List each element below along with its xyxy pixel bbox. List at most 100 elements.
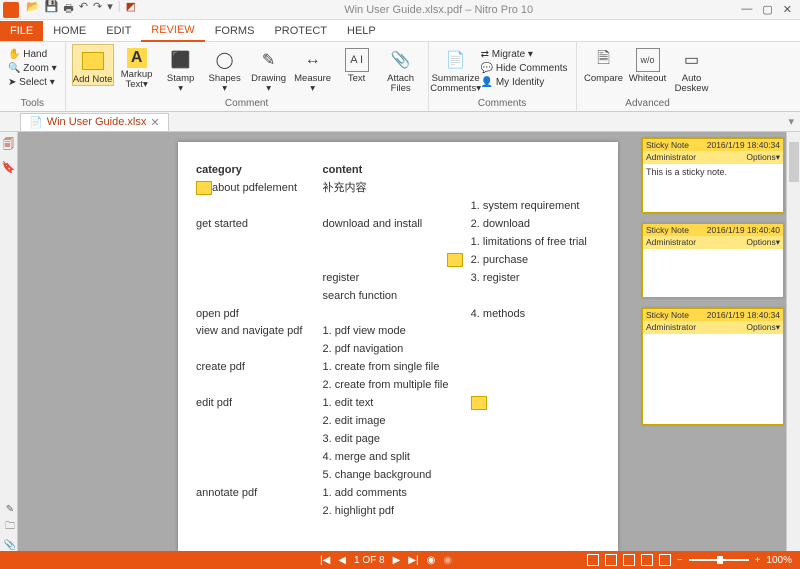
ribbon-tabs: FILE HOME EDIT REVIEW FORMS PROTECT HELP <box>0 20 800 42</box>
zoom-slider-thumb[interactable] <box>717 556 723 564</box>
view-fullscreen-icon[interactable] <box>659 554 671 566</box>
first-page-icon[interactable]: |◀ <box>320 555 330 566</box>
close-icon[interactable]: ✕ <box>783 3 792 16</box>
sticky-date: 2016/1/19 18:40:34 <box>707 140 780 150</box>
pages-panel-icon[interactable]: 🗐 <box>3 136 14 155</box>
measure-button[interactable]: ↔Measure▾ <box>292 44 334 95</box>
prev-page-icon[interactable]: ◀ <box>338 555 346 566</box>
layers-icon[interactable]: 🗀 <box>5 519 15 536</box>
group-label-advanced: Advanced <box>583 98 713 111</box>
view-single-icon[interactable] <box>587 554 599 566</box>
drawing-button[interactable]: ✎Drawing▾ <box>248 44 290 95</box>
qat-extra-icon[interactable]: ◩ <box>126 0 136 19</box>
stamp-button[interactable]: ⬛Stamp▾ <box>160 44 202 95</box>
undo-icon[interactable]: ↶ <box>79 0 88 19</box>
group-label-tools: Tools <box>6 98 59 111</box>
zoom-out-icon[interactable]: − <box>677 555 683 566</box>
sticky-note-icon[interactable] <box>196 181 212 195</box>
last-page-icon[interactable]: ▶| <box>408 555 418 566</box>
pdf-page: category content about pdfelement 补充内容 1… <box>178 142 618 551</box>
close-tab-icon[interactable]: ✕ <box>150 116 159 129</box>
tab-protect[interactable]: PROTECT <box>264 21 337 41</box>
add-note-button[interactable]: Add Note <box>72 44 114 86</box>
signatures-icon[interactable]: ✎ <box>6 504 14 515</box>
qat-sep: | <box>118 0 121 19</box>
sticky-body[interactable] <box>643 249 783 297</box>
sticky-note[interactable]: Sticky Note 2016/1/19 18:40:40 Administra… <box>642 223 784 298</box>
view-facing-icon[interactable] <box>623 554 635 566</box>
sticky-note-icon[interactable] <box>471 396 487 410</box>
quick-access-toolbar: 📂 💾 🖶 ↶ ↷ ▾ | ◩ <box>26 0 136 19</box>
markup-text-button[interactable]: AMarkup Text▾ <box>116 44 158 91</box>
status-bar: |◀ ◀ 1 OF 8 ▶ ▶| ◉ ◉ − + 100% <box>0 551 800 569</box>
hide-comments-button[interactable]: 💬 Hide Comments <box>479 62 570 75</box>
title-bar: 📂 💾 🖶 ↶ ↷ ▾ | ◩ Win User Guide.xlsx.pdf … <box>0 0 800 20</box>
document-tabs: 📄 Win User Guide.xlsx ✕ ▾ <box>0 112 800 132</box>
tab-help[interactable]: HELP <box>337 21 386 41</box>
zoom-value[interactable]: 100% <box>766 555 792 566</box>
tab-file[interactable]: FILE <box>0 21 43 41</box>
nav-back-icon[interactable]: ◉ <box>427 555 436 566</box>
group-label-comments: Comments <box>435 98 570 111</box>
print-icon[interactable]: 🖶 <box>63 0 73 19</box>
page-navigation: |◀ ◀ 1 OF 8 ▶ ▶| ◉ ◉ <box>320 555 452 566</box>
attachments-icon[interactable]: 📎 <box>4 540 16 551</box>
open-icon[interactable]: 📂 <box>26 0 40 19</box>
page-indicator: 1 OF 8 <box>354 555 385 566</box>
document-tab[interactable]: 📄 Win User Guide.xlsx ✕ <box>20 113 169 131</box>
main-area: 🗐 🔖 category content about pdfelement 补充… <box>0 132 800 551</box>
col-header-category: category <box>192 162 319 180</box>
attach-files-button[interactable]: 📎Attach Files <box>380 44 422 95</box>
tab-home[interactable]: HOME <box>43 21 96 41</box>
sticky-body[interactable] <box>643 334 783 424</box>
doctab-dropdown-icon[interactable]: ▾ <box>788 115 794 128</box>
minimize-icon[interactable]: ― <box>741 3 752 16</box>
app-logo <box>3 2 19 18</box>
sticky-date: 2016/1/19 18:40:34 <box>707 310 780 320</box>
sticky-title: Sticky Note <box>646 140 689 150</box>
sticky-note[interactable]: Sticky Note2016/1/19 18:40:34 Administra… <box>642 308 784 425</box>
bottom-left-icons: ✎ 🗀 📎 <box>2 504 18 551</box>
redo-icon[interactable]: ↷ <box>93 0 102 19</box>
summarize-comments-button[interactable]: 📄Summarize Comments▾ <box>435 44 477 95</box>
hand-tool[interactable]: ✋ Hand <box>6 48 59 61</box>
whiteout-button[interactable]: w/oWhiteout <box>627 44 669 84</box>
ribbon-group-tools: ✋ Hand 🔍 Zoom ▾ ➤ Select ▾ Tools <box>0 42 66 111</box>
next-page-icon[interactable]: ▶ <box>393 555 401 566</box>
compare-button[interactable]: 🗎Compare <box>583 44 625 84</box>
my-identity-button[interactable]: 👤 My Identity <box>479 76 570 89</box>
migrate-button[interactable]: ⇄ Migrate ▾ <box>479 48 570 61</box>
vertical-scrollbar[interactable] <box>786 132 800 551</box>
zoom-in-icon[interactable]: + <box>755 555 761 566</box>
bookmarks-panel-icon[interactable]: 🔖 <box>2 161 16 174</box>
save-icon[interactable]: 💾 <box>45 0 59 19</box>
sticky-author: Administrator <box>646 237 696 248</box>
sticky-body[interactable]: This is a sticky note. <box>643 164 783 212</box>
sticky-title: Sticky Note <box>646 225 689 235</box>
window-title: Win User Guide.xlsx.pdf – Nitro Pro 10 <box>136 4 741 16</box>
sticky-notes-panel: Sticky Note 2016/1/19 18:40:34 Administra… <box>642 138 784 425</box>
view-facing-cont-icon[interactable] <box>641 554 653 566</box>
sticky-note[interactable]: Sticky Note2016/1/19 18:40:34 Administra… <box>642 138 784 213</box>
tab-review[interactable]: REVIEW <box>141 20 204 42</box>
col-header-content: content <box>319 162 467 180</box>
zoom-tool[interactable]: 🔍 Zoom ▾ <box>6 62 59 75</box>
qat-more-icon[interactable]: ▾ <box>107 0 113 19</box>
sticky-date: 2016/1/19 18:40:40 <box>707 225 780 235</box>
sticky-options[interactable]: Options▾ <box>746 322 780 333</box>
scrollbar-thumb[interactable] <box>789 142 799 182</box>
tab-forms[interactable]: FORMS <box>205 21 265 41</box>
zoom-slider[interactable] <box>689 559 749 561</box>
maximize-icon[interactable]: ▢ <box>762 3 772 16</box>
view-continuous-icon[interactable] <box>605 554 617 566</box>
tab-edit[interactable]: EDIT <box>96 21 141 41</box>
shapes-button[interactable]: ◯Shapes▾ <box>204 44 246 95</box>
status-right: − + 100% <box>587 554 792 566</box>
nav-fwd-icon[interactable]: ◉ <box>443 555 452 566</box>
sticky-options[interactable]: Options▾ <box>746 237 780 248</box>
sticky-note-icon[interactable] <box>447 253 463 267</box>
select-tool[interactable]: ➤ Select ▾ <box>6 76 59 89</box>
auto-deskew-button[interactable]: ▭Auto Deskew <box>671 44 713 95</box>
text-button[interactable]: A IText <box>336 44 378 84</box>
sticky-options[interactable]: Options▾ <box>746 152 780 163</box>
